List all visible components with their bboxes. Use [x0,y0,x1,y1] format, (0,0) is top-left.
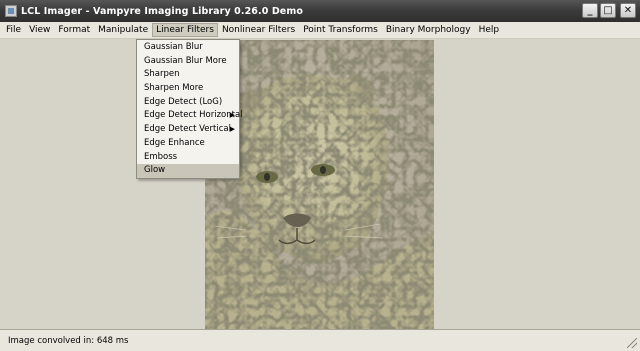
status-bar: Image convolved in: 648 ms [0,329,640,351]
menu-item-label: Gaussian Blur More [144,55,227,66]
window-title: LCL Imager - Vampyre Imaging Library 0.2… [21,5,303,17]
menu-item-edge-detect-horizontal[interactable]: Edge Detect Horizontal ▶ [137,109,243,123]
close-button[interactable]: ✕ [620,3,636,18]
menu-help[interactable]: Help [475,23,504,37]
menu-nonlinear-filters[interactable]: Nonlinear Filters [218,23,299,37]
maximize-button[interactable]: □ [600,3,616,18]
menu-item-glow[interactable]: Glow [137,164,239,178]
menu-item-label: Emboss [144,151,178,162]
menu-item-label: Edge Detect Vertical [144,124,231,135]
menu-item-label: Edge Enhance [144,137,205,148]
menu-file[interactable]: File [2,23,25,37]
menu-item-emboss[interactable]: Emboss [137,151,239,165]
menu-item-edge-enhance[interactable]: Edge Enhance [137,137,239,151]
submenu-arrow-icon: ▶ [229,125,235,134]
menu-item-edge-detect-log[interactable]: Edge Detect (LoG) [137,96,239,110]
menu-view[interactable]: View [25,23,54,37]
menu-bar: File View Format Manipulate Linear Filte… [0,22,640,39]
menu-item-gaussian-blur[interactable]: Gaussian Blur [137,41,239,55]
menu-point-transforms[interactable]: Point Transforms [299,23,382,37]
minimize-button[interactable]: _ [582,3,598,18]
menu-manipulate[interactable]: Manipulate [94,23,152,37]
menu-item-label: Glow [144,165,166,176]
status-text: Image convolved in: 648 ms [8,335,129,346]
window-controls: _ □ ✕ [582,3,636,18]
menu-item-sharpen-more[interactable]: Sharpen More [137,82,239,96]
app-window: LCL Imager - Vampyre Imaging Library 0.2… [0,0,640,351]
menu-item-label: Sharpen More [144,83,204,94]
linear-filters-dropdown: Gaussian Blur Gaussian Blur More Sharpen… [136,39,243,179]
resize-grip-icon[interactable] [627,338,637,348]
menu-item-label: Sharpen [144,69,180,80]
menu-item-gaussian-blur-more[interactable]: Gaussian Blur More [137,55,239,69]
menu-item-label: Edge Detect Horizontal [144,110,243,121]
menu-linear-filters[interactable]: Linear Filters [152,23,218,37]
menu-binary-morphology[interactable]: Binary Morphology [382,23,475,37]
app-icon[interactable] [5,5,17,17]
menu-item-edge-detect-vertical[interactable]: Edge Detect Vertical ▶ [137,123,239,137]
menu-item-label: Edge Detect (LoG) [144,96,223,107]
menu-format[interactable]: Format [54,23,94,37]
menu-item-label: Gaussian Blur [144,42,203,52]
menu-item-sharpen[interactable]: Sharpen [137,68,239,82]
submenu-arrow-icon: ▶ [229,111,235,120]
title-bar[interactable]: LCL Imager - Vampyre Imaging Library 0.2… [0,0,640,22]
